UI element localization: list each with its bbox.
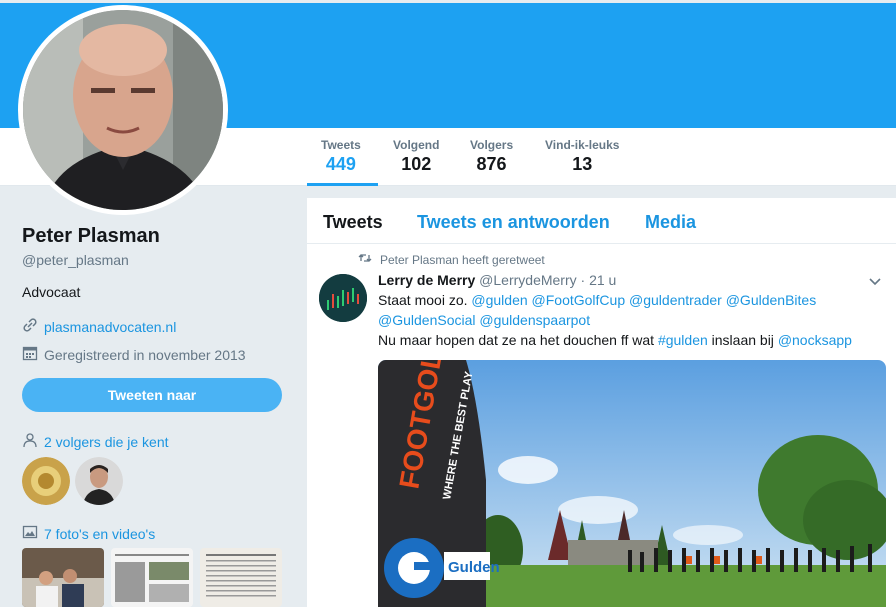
tweet-text-line: Nu maar hopen dat ze na het douchen ff w…: [378, 332, 852, 348]
tweet-text: Nu maar hopen dat ze na het douchen ff w…: [378, 332, 658, 348]
stat-followers-value: 876: [476, 154, 507, 174]
tweet-text: inslaan bij: [707, 332, 778, 348]
retweet-icon: [358, 252, 372, 267]
gulden-brand-text: Gulden: [448, 559, 500, 576]
tweet-mention[interactable]: @nocksapp: [778, 332, 852, 348]
stat-following[interactable]: Volgend 102: [393, 138, 439, 175]
profile-bio: Advocaat: [22, 284, 81, 300]
tab-tweets[interactable]: Tweets: [323, 212, 383, 233]
timeline-panel: Tweets Tweets en antwoorden Media Peter …: [307, 198, 896, 607]
profile-avatar[interactable]: [18, 5, 228, 215]
tab-tweets-and-replies[interactable]: Tweets en antwoorden: [417, 212, 610, 233]
tweet-author-handle[interactable]: @LerrydeMerry: [479, 272, 576, 288]
follower-avatar[interactable]: [22, 457, 70, 505]
retweet-context: Peter Plasman heeft geretweet: [358, 252, 545, 267]
website-link[interactable]: plasmanadvocaten.nl: [44, 319, 176, 335]
tweet-media-photo[interactable]: FOOTGOLF WHERE THE BEST PLAY Gulden: [378, 360, 886, 607]
tab-media[interactable]: Media: [645, 212, 696, 233]
stat-tweets-value: 449: [325, 154, 356, 174]
profile-joined-row: Geregistreerd in november 2013: [22, 345, 246, 364]
follower-avatar[interactable]: [75, 457, 123, 505]
tweet-author-avatar[interactable]: [319, 274, 367, 322]
tweet-author-name[interactable]: Lerry de Merry: [378, 272, 475, 288]
profile-website-row: plasmanadvocaten.nl: [22, 317, 176, 336]
photos-videos-text: 7 foto's en video's: [44, 525, 156, 542]
followers-you-know-text: 2 volgers die je kent: [44, 433, 169, 450]
timeline-tabs: Tweets Tweets en antwoorden Media: [307, 198, 896, 244]
person-icon: [22, 432, 38, 451]
tweet-mentions[interactable]: @gulden @FootGolfCup @guldentrader @Guld…: [471, 292, 816, 308]
stat-followers-label: Volgers: [470, 138, 514, 152]
tweet-header: Lerry de Merry @LerrydeMerry · 21 u: [378, 272, 616, 288]
joined-text: Geregistreerd in november 2013: [44, 346, 246, 363]
profile-name: Peter Plasman: [22, 225, 160, 247]
stat-tweets[interactable]: Tweets 449: [321, 138, 361, 175]
stat-likes-value: 13: [572, 154, 593, 174]
stat-likes-label: Vind-ik-leuks: [545, 138, 620, 152]
media-thumbnail[interactable]: [22, 548, 104, 607]
stat-following-value: 102: [401, 154, 432, 174]
stat-followers[interactable]: Volgers 876: [470, 138, 513, 175]
chevron-down-icon[interactable]: [868, 274, 882, 292]
tweet-mentions[interactable]: @GuldenSocial @guldenspaarpot: [378, 312, 590, 328]
stat-tweets-label: Tweets: [321, 138, 361, 152]
tweet-timestamp[interactable]: · 21 u: [581, 272, 617, 288]
image-icon: [22, 524, 38, 543]
photos-videos-link[interactable]: 7 foto's en video's: [22, 524, 155, 543]
tweet-text-line: Staat mooi zo. @gulden @FootGolfCup @gul…: [378, 292, 816, 308]
link-icon: [22, 317, 38, 336]
retweet-context-text[interactable]: Peter Plasman heeft geretweet: [380, 253, 545, 267]
avatar-photo: [23, 10, 223, 210]
stat-likes[interactable]: Vind-ik-leuks 13: [545, 138, 619, 175]
active-stat-underline: [307, 183, 378, 186]
tweet-text: Staat mooi zo.: [378, 292, 472, 308]
calendar-icon: [22, 345, 38, 364]
tweet-hashtag[interactable]: #gulden: [658, 332, 708, 348]
media-thumbnail[interactable]: [111, 548, 193, 607]
followers-you-know-link[interactable]: 2 volgers die je kent: [22, 432, 169, 451]
profile-handle: @peter_plasman: [22, 252, 129, 268]
tweet-text-line: @GuldenSocial @guldenspaarpot: [378, 312, 590, 328]
media-thumbnail[interactable]: [200, 548, 282, 607]
tweet-to-button[interactable]: Tweeten naar: [22, 378, 282, 412]
stat-following-label: Volgend: [393, 138, 440, 152]
